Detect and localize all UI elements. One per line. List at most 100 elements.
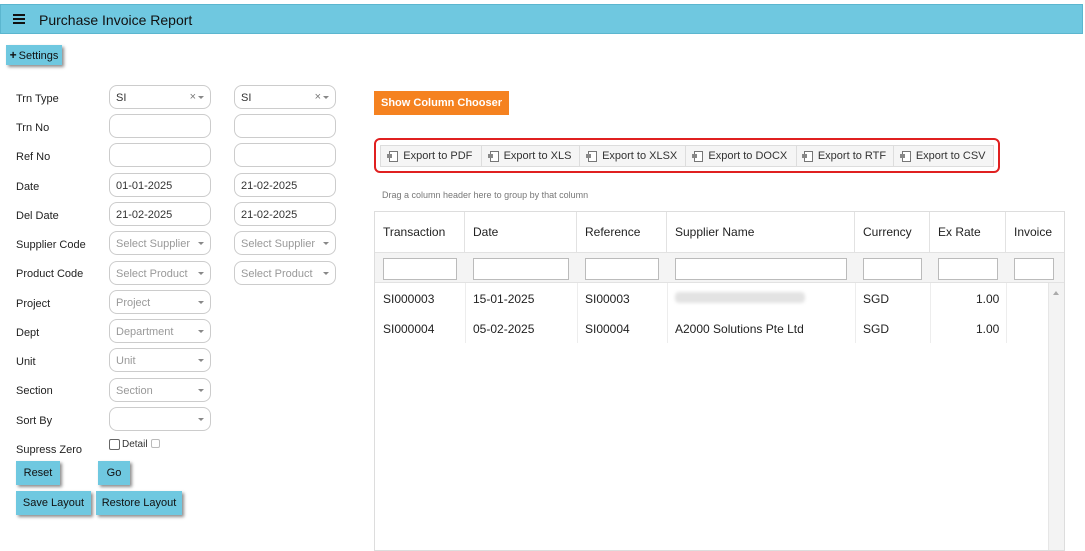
del-date-from-value: 21-02-2025 [116, 209, 173, 221]
export-xls-button[interactable]: Export to XLS [482, 146, 581, 166]
vertical-scrollbar[interactable] [1048, 283, 1064, 550]
cell-reference: SI00003 [585, 292, 630, 306]
ref-no-label: Ref No [16, 151, 51, 163]
trn-type-label: Trn Type [16, 93, 59, 105]
project-placeholder: Project [116, 297, 151, 309]
detail-checkbox[interactable] [151, 439, 160, 448]
clear-icon[interactable]: × [315, 91, 321, 103]
unit-label: Unit [16, 356, 36, 368]
export-toolbar-highlight: Export to PDF Export to XLS Export to XL… [374, 138, 1000, 173]
supplier-to-select[interactable]: Select Supplier [234, 231, 336, 255]
column-header-date[interactable]: Date [465, 212, 577, 252]
del-date-label: Del Date [16, 210, 59, 222]
scroll-up-icon[interactable] [1053, 291, 1059, 295]
trn-no-from-input[interactable] [109, 114, 211, 138]
ref-no-to-input[interactable] [234, 143, 336, 167]
project-label: Project [16, 298, 51, 310]
export-xlsx-button[interactable]: Export to XLSX [580, 146, 686, 166]
dept-placeholder: Department [116, 326, 174, 338]
column-header-supplier-name[interactable]: Supplier Name [667, 212, 855, 252]
column-header-reference[interactable]: Reference [577, 212, 667, 252]
filter-transaction-input[interactable] [383, 258, 457, 280]
page-title: Purchase Invoice Report [39, 12, 193, 28]
sort-by-select[interactable] [109, 407, 211, 431]
trn-type-to-value: SI [241, 92, 252, 104]
supress-zero-checkbox[interactable] [109, 439, 120, 450]
export-file-icon [586, 150, 598, 162]
unit-placeholder: Unit [116, 355, 136, 367]
export-docx-label: Export to DOCX [708, 150, 788, 162]
cell-date: 05-02-2025 [473, 322, 535, 336]
settings-button[interactable]: + Settings [6, 45, 62, 65]
reset-button[interactable]: Reset [16, 461, 60, 485]
group-panel-hint[interactable]: Drag a column header here to group by th… [382, 190, 588, 200]
chevron-down-icon [198, 330, 204, 333]
del-date-from-input[interactable]: 21-02-2025 [109, 202, 211, 226]
data-grid: Transaction Date Reference Supplier Name… [374, 211, 1065, 551]
export-file-icon [692, 150, 704, 162]
clear-icon[interactable]: × [190, 91, 196, 103]
export-file-icon [487, 150, 499, 162]
cell-ex-rate: 1.00 [976, 292, 1000, 306]
date-from-input[interactable]: 01-01-2025 [109, 173, 211, 197]
trn-type-from-select[interactable]: SI × [109, 85, 211, 109]
product-to-placeholder: Select Product [241, 268, 313, 280]
filter-reference-input[interactable] [585, 258, 659, 280]
supress-zero-label: Supress Zero [16, 444, 83, 456]
export-docx-button[interactable]: Export to DOCX [686, 146, 797, 166]
export-rtf-button[interactable]: Export to RTF [797, 146, 895, 166]
export-rtf-label: Export to RTF [817, 150, 887, 162]
chevron-down-icon [198, 389, 204, 392]
export-csv-label: Export to CSV [915, 150, 986, 162]
restore-layout-button[interactable]: Restore Layout [96, 491, 182, 515]
hamburger-icon[interactable] [13, 14, 25, 24]
supplier-to-placeholder: Select Supplier [241, 238, 315, 250]
filter-date-input[interactable] [473, 258, 569, 280]
filter-ex-rate-input[interactable] [938, 258, 998, 280]
filter-currency-input[interactable] [863, 258, 922, 280]
column-header-ex-rate[interactable]: Ex Rate [930, 212, 1006, 252]
product-from-select[interactable]: Select Product [109, 261, 211, 285]
export-file-icon [387, 150, 399, 162]
chevron-down-icon [198, 242, 204, 245]
cell-ex-rate: 1.00 [976, 322, 1000, 336]
date-to-input[interactable]: 21-02-2025 [234, 173, 336, 197]
filter-row [375, 252, 1064, 283]
table-row[interactable]: SI000003 15-01-2025 SI00003 SGD 1.00 [375, 283, 1064, 313]
cell-currency: SGD [863, 322, 890, 336]
filter-invoice-input[interactable] [1014, 258, 1054, 280]
trn-no-to-input[interactable] [234, 114, 336, 138]
ref-no-from-input[interactable] [109, 143, 211, 167]
go-button[interactable]: Go [98, 461, 130, 485]
export-xls-label: Export to XLS [503, 150, 572, 162]
cell-reference: SI00004 [585, 322, 630, 336]
table-row[interactable]: SI000004 05-02-2025 SI00004 A2000 Soluti… [375, 313, 1064, 343]
save-layout-button[interactable]: Save Layout [16, 491, 91, 515]
section-label: Section [16, 385, 53, 397]
dept-label: Dept [16, 327, 40, 339]
export-file-icon [801, 150, 813, 162]
export-pdf-label: Export to PDF [403, 150, 473, 162]
del-date-to-input[interactable]: 21-02-2025 [234, 202, 336, 226]
export-pdf-button[interactable]: Export to PDF [381, 146, 482, 166]
chevron-down-icon [198, 96, 204, 99]
cell-transaction: SI000004 [383, 322, 435, 336]
supplier-from-select[interactable]: Select Supplier [109, 231, 211, 255]
project-select[interactable]: Project [109, 290, 211, 314]
column-header-transaction[interactable]: Transaction [375, 212, 465, 252]
column-header-currency[interactable]: Currency [855, 212, 930, 252]
export-xlsx-label: Export to XLSX [602, 150, 678, 162]
column-header-invoice[interactable]: Invoice [1006, 212, 1064, 252]
trn-type-to-select[interactable]: SI × [234, 85, 336, 109]
filter-supplier-name-input[interactable] [675, 258, 847, 280]
app-header: Purchase Invoice Report [0, 4, 1083, 34]
section-select[interactable]: Section [109, 378, 211, 402]
dept-select[interactable]: Department [109, 319, 211, 343]
unit-select[interactable]: Unit [109, 348, 211, 372]
chevron-down-icon [198, 359, 204, 362]
export-csv-button[interactable]: Export to CSV [894, 146, 993, 166]
show-column-chooser-button[interactable]: Show Column Chooser [374, 91, 509, 115]
product-to-select[interactable]: Select Product [234, 261, 336, 285]
chevron-down-icon [198, 272, 204, 275]
trn-no-label: Trn No [16, 122, 50, 134]
